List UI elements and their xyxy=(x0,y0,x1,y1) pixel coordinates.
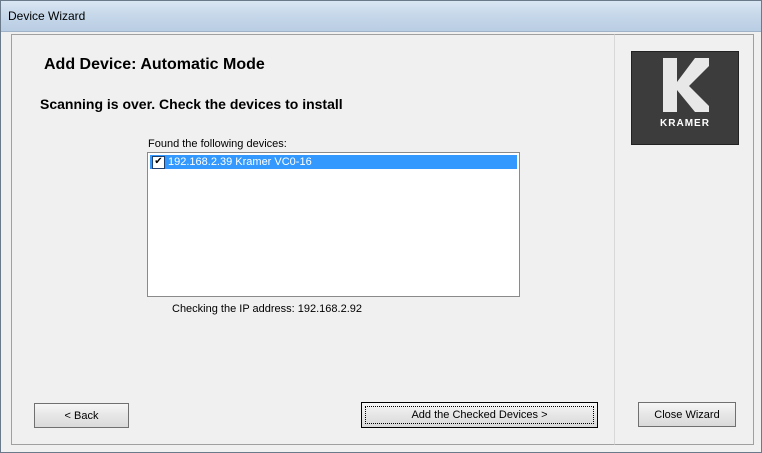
device-wizard-window: Device Wizard Add Device: Automatic Mode… xyxy=(0,0,762,453)
add-checked-devices-button[interactable]: Add the Checked Devices > xyxy=(361,402,598,428)
devices-list[interactable]: ✔ 192.168.2.39 Kramer VC0-16 xyxy=(147,152,520,297)
device-label: 192.168.2.39 Kramer VC0-16 xyxy=(168,156,312,168)
main-panel: Add Device: Automatic Mode Scanning is o… xyxy=(11,34,616,445)
checking-status: Checking the IP address: 192.168.2.92 xyxy=(12,303,522,315)
window-title: Device Wizard xyxy=(8,9,86,23)
devices-list-caption: Found the following devices: xyxy=(148,138,287,150)
kramer-logo: KRAMER xyxy=(631,51,739,145)
title-bar[interactable]: Device Wizard xyxy=(1,1,761,32)
back-button[interactable]: < Back xyxy=(34,403,129,428)
device-checkbox[interactable]: ✔ xyxy=(152,155,165,169)
device-list-item[interactable]: ✔ 192.168.2.39 Kramer VC0-16 xyxy=(150,155,517,169)
checking-ip: 192.168.2.92 xyxy=(297,303,362,315)
kramer-k-icon xyxy=(663,58,709,112)
focus-rectangle xyxy=(365,406,594,424)
side-panel: KRAMER Close Wizard xyxy=(614,34,754,445)
page-title: Add Device: Automatic Mode xyxy=(44,56,265,73)
page-subtitle: Scanning is over. Check the devices to i… xyxy=(40,96,343,112)
close-wizard-button[interactable]: Close Wizard xyxy=(638,402,736,427)
checking-label: Checking the IP address: xyxy=(172,303,295,315)
kramer-logo-text: KRAMER xyxy=(660,118,710,129)
